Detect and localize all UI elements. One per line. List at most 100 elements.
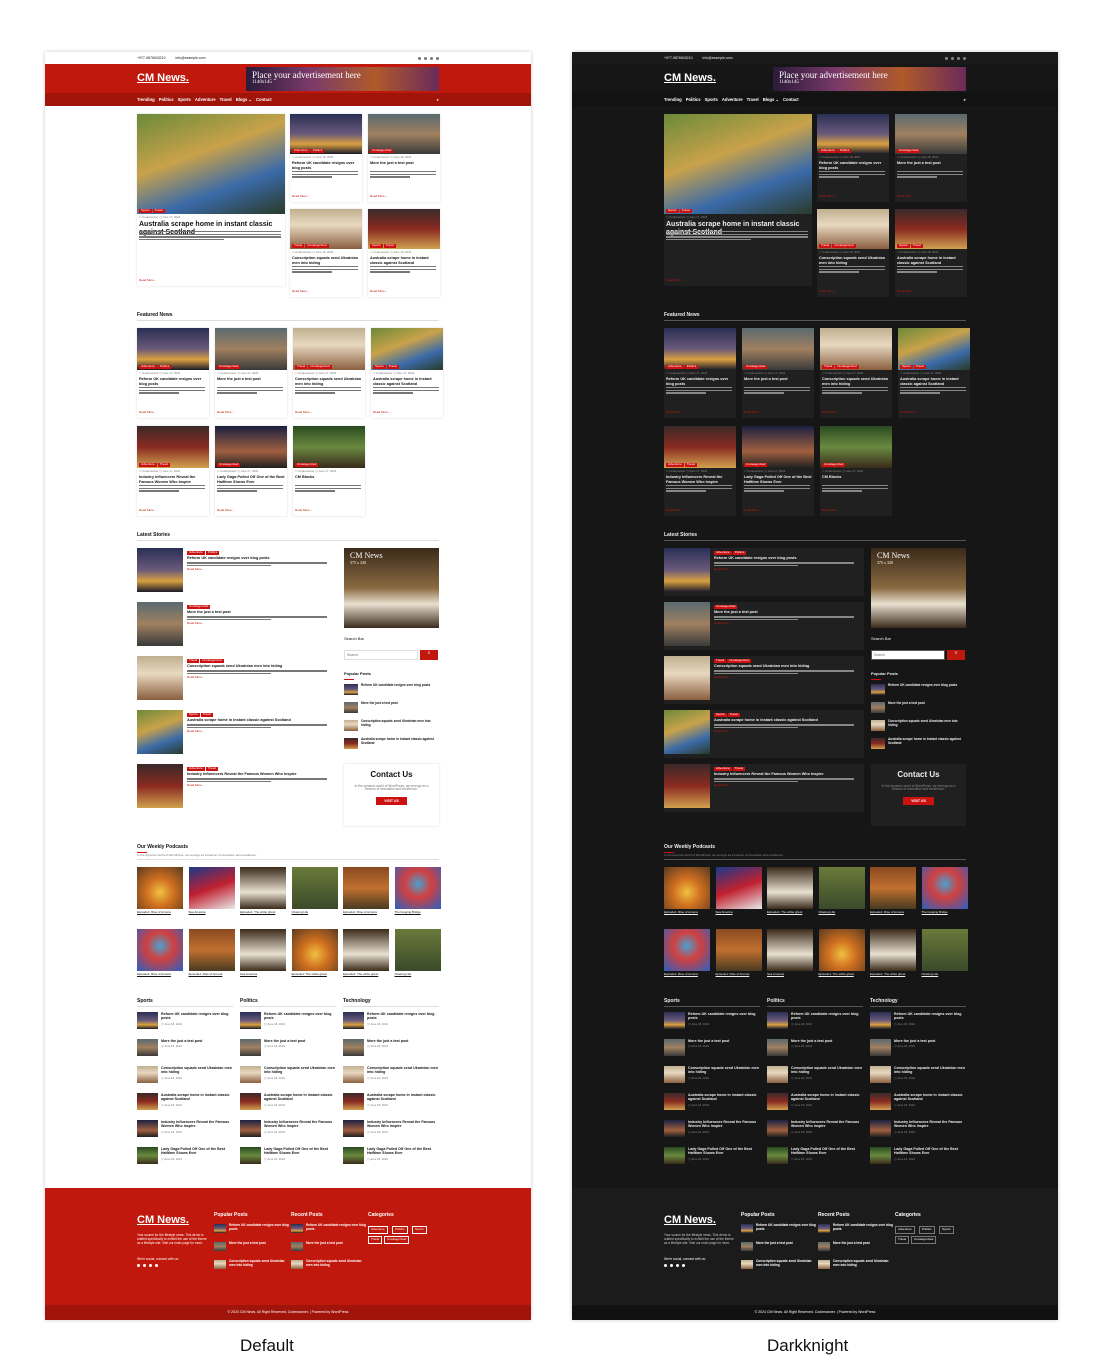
latest-story[interactable]: Uncategorized More the just a test post Re… [137, 602, 337, 650]
header-ad-banner[interactable]: Place your advertisement here 1140x145 [246, 66, 439, 91]
footer-post-item[interactable]: Conscription squads send Ukrainian men i… [741, 1259, 816, 1269]
category-tag[interactable]: Travel [684, 462, 697, 467]
category-tag[interactable]: Travel [157, 462, 170, 467]
featured-post[interactable]: Uncategorized ⚇ Codemanner ◷ June 17, 202… [293, 426, 365, 516]
category-tag[interactable]: Adventure [187, 550, 205, 555]
search-input[interactable] [871, 650, 945, 660]
category-post-item[interactable]: Australia scrape home in instant classic… [137, 1093, 233, 1110]
category-post-item[interactable]: Conscription squads send Ukrainian men i… [870, 1066, 966, 1083]
featured-post[interactable]: Sports Travel ⚇ Codemanner ◷ June 17, 2024… [371, 328, 443, 418]
category-post-item[interactable]: More the just a test post ◷ June 18, 2024 [240, 1039, 336, 1056]
podcast-thumbnail[interactable] [664, 867, 710, 909]
category-tag[interactable]: Uncategorized [835, 364, 859, 369]
facebook-icon[interactable] [664, 1264, 667, 1267]
podcast-thumbnail[interactable] [715, 929, 762, 971]
category-tag[interactable]: Travel [714, 658, 727, 663]
category-tag[interactable]: Travel [292, 243, 305, 248]
latest-story[interactable]: Sports Travel Australia scrape home in ins… [664, 710, 864, 758]
footer-post-item[interactable]: Conscription squads send Ukrainian men i… [818, 1259, 893, 1269]
read-more-link[interactable]: Read More... [295, 411, 312, 415]
hero-post[interactable]: Sports Travel ⚇ Codemanner ◷ June 17, 2024… [664, 114, 812, 286]
podcast-title[interactable]: The hanging Bridge [922, 910, 948, 915]
podcast-thumbnail[interactable] [291, 929, 338, 971]
category-post-item[interactable]: Lady Gaga Pulled Off One of the Best Hal… [767, 1147, 863, 1164]
category-tag[interactable]: Adventure [187, 766, 205, 771]
search-submit-button[interactable]: ⌕ [420, 650, 438, 660]
read-more-link[interactable]: Read More... [370, 290, 387, 294]
nav-item[interactable]: Contact [256, 97, 272, 102]
category-tag[interactable]: Travel [913, 364, 926, 369]
footer-logo[interactable]: CM News. [664, 1214, 716, 1227]
category-post-item[interactable]: Industry Influencers Reveal the Famous W… [870, 1120, 966, 1137]
pinterest-icon[interactable] [149, 1264, 152, 1267]
category-tag[interactable]: Sports [897, 243, 910, 248]
read-more-link[interactable]: Read More... [714, 622, 859, 626]
podcast-thumbnail[interactable] [394, 929, 441, 971]
footer-category-tag[interactable]: Sports [939, 1226, 954, 1234]
nav-item[interactable]: Contact [783, 97, 799, 102]
read-more-link[interactable]: Read More... [139, 411, 156, 415]
read-more-link[interactable]: Read More... [666, 411, 683, 415]
instagram-icon[interactable] [963, 56, 966, 60]
read-more-link[interactable]: Read More... [819, 290, 836, 294]
pinterest-icon[interactable] [676, 1264, 679, 1267]
podcast-title[interactable]: Episode1: Rise of Annora [137, 910, 171, 915]
read-more-link[interactable]: Read More... [295, 509, 312, 513]
hero-post[interactable]: Sports Travel ⚇ Codemanner ◷ June 17, 2024… [137, 114, 285, 286]
read-more-link[interactable]: Read More... [822, 509, 839, 513]
featured-post[interactable]: Uncategorized ⚇ Codemanner ◷ June 17, 202… [820, 426, 892, 516]
footer-post-item[interactable]: Reform UK candidate resigns over blog po… [291, 1223, 366, 1233]
category-tag[interactable]: Politics [205, 550, 220, 555]
category-post-item[interactable]: Conscription squads send Ukrainian men i… [240, 1066, 336, 1083]
category-tag[interactable]: Sports [139, 208, 152, 213]
podcast-thumbnail[interactable] [137, 929, 183, 971]
category-post-item[interactable]: Reform UK candidate resigns over blog po… [137, 1012, 233, 1029]
podcast-thumbnail[interactable] [818, 867, 865, 909]
nav-item[interactable]: Adventure [195, 97, 216, 102]
category-tag[interactable]: Adventure [714, 766, 732, 771]
category-tag[interactable]: Sports [666, 208, 679, 213]
instagram-icon[interactable] [436, 56, 439, 60]
podcast-thumbnail[interactable] [240, 867, 286, 909]
podcast-title[interactable]: Episode1: The white ghost [870, 972, 905, 977]
read-more-link[interactable]: Read More... [900, 411, 917, 415]
podcast-thumbnail[interactable] [921, 929, 968, 971]
podcast-title[interactable]: Episode1: Rise of Annora [137, 972, 171, 977]
category-tag[interactable]: Uncategorized [217, 364, 241, 369]
read-more-link[interactable]: Read More... [370, 195, 387, 199]
category-post-item[interactable]: Conscription squads send Ukrainian men i… [767, 1066, 863, 1083]
footer-post-item[interactable]: More the just a test post [741, 1241, 816, 1251]
facebook-icon[interactable] [418, 56, 421, 60]
site-logo[interactable]: CM News. [664, 72, 716, 85]
popular-post-item[interactable]: Australia scrape home in instant classic… [871, 737, 963, 749]
category-tag[interactable]: Politics [837, 148, 852, 153]
nav-item[interactable]: Travel [220, 97, 232, 102]
podcast-title[interactable]: Episode1: Rise of Annora [870, 910, 904, 915]
read-more-link[interactable]: Read More... [187, 568, 332, 572]
category-tag[interactable]: Uncategorized [200, 658, 224, 663]
podcast-title[interactable]: Episode1: The white ghost [292, 972, 327, 977]
category-post-item[interactable]: Conscription squads send Ukrainian men i… [343, 1066, 439, 1083]
podcast-title[interactable]: Chasing Life [922, 972, 939, 977]
category-tag[interactable]: Travel [819, 243, 832, 248]
featured-post[interactable]: Uncategorized ⚇ Codemanner ◷ June 17, 202… [215, 426, 287, 516]
read-more-link[interactable]: Read More... [744, 411, 761, 415]
footer-category-tag[interactable]: Travel [895, 1236, 910, 1244]
latest-story[interactable]: Adventure Politics Reform UK candidate res… [137, 548, 337, 596]
read-more-link[interactable]: Read More... [714, 676, 859, 680]
read-more-link[interactable]: Read More... [292, 195, 309, 199]
category-tag[interactable]: Uncategorized [305, 243, 329, 248]
sidebar-ad[interactable]: CM News 375 x 320 [344, 548, 439, 628]
read-more-link[interactable]: Read More... [292, 290, 309, 294]
category-tag[interactable]: Uncategorized [832, 243, 856, 248]
category-post-item[interactable]: Industry Influencers Reveal the Famous W… [240, 1120, 336, 1137]
category-tag[interactable]: Adventure [139, 364, 157, 369]
nav-item[interactable]: Sports [705, 97, 718, 102]
podcast-title[interactable]: Episode1: Rise of Annora [189, 972, 223, 977]
read-more-link[interactable]: Read More... [217, 509, 234, 513]
read-more-link[interactable]: Read More... [187, 730, 332, 734]
facebook-icon[interactable] [945, 56, 948, 60]
footer-post-item[interactable]: More the just a test post [818, 1241, 893, 1251]
nav-item[interactable]: Politics [686, 97, 701, 102]
read-more-link[interactable]: Read More... [714, 784, 859, 788]
